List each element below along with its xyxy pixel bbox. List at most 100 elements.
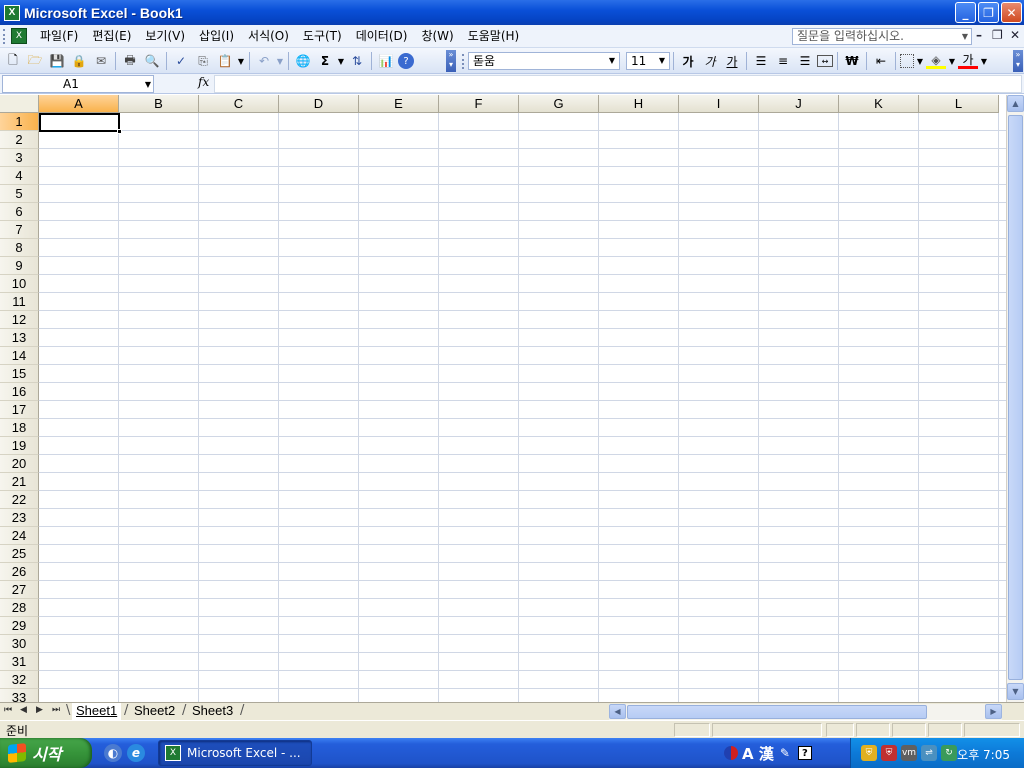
permission-icon[interactable]: 🔒 bbox=[69, 51, 89, 71]
toolbar-options-icon[interactable]: » ▾ bbox=[1013, 50, 1023, 72]
row-header-4[interactable]: 4 bbox=[0, 167, 39, 185]
row-header-24[interactable]: 24 bbox=[0, 527, 39, 545]
row-header-5[interactable]: 5 bbox=[0, 185, 39, 203]
document-icon[interactable]: X bbox=[11, 28, 27, 44]
chevron-down-icon[interactable]: ▼ bbox=[606, 54, 618, 68]
row-header-19[interactable]: 19 bbox=[0, 437, 39, 455]
bold-button[interactable]: 가 bbox=[678, 51, 698, 71]
last-sheet-icon[interactable]: ⏭ bbox=[52, 705, 60, 715]
undo-icon[interactable]: ↶ bbox=[254, 51, 274, 71]
borders-icon[interactable] bbox=[900, 54, 914, 68]
excel-app-icon[interactable]: X bbox=[4, 4, 20, 21]
row-header-16[interactable]: 16 bbox=[0, 383, 39, 401]
row-header-30[interactable]: 30 bbox=[0, 635, 39, 653]
row-header-12[interactable]: 12 bbox=[0, 311, 39, 329]
column-header-a[interactable]: A bbox=[39, 95, 119, 113]
currency-button[interactable]: ₩ bbox=[842, 51, 862, 71]
chevron-down-icon[interactable]: ▼ bbox=[656, 54, 668, 68]
start-button[interactable]: 시작 bbox=[0, 738, 92, 768]
scroll-left-icon[interactable]: ◀ bbox=[609, 704, 626, 719]
next-sheet-icon[interactable]: ▶ bbox=[36, 705, 43, 715]
minimize-button[interactable]: _ bbox=[955, 2, 976, 23]
update-icon[interactable]: ↻ bbox=[941, 745, 957, 761]
tab-sheet2[interactable]: Sheet2 bbox=[130, 703, 179, 720]
chart-wizard-icon[interactable]: 📊 bbox=[376, 51, 396, 71]
chevron-down-icon[interactable]: ▼ bbox=[959, 29, 971, 44]
vertical-scrollbar[interactable]: ▲ ▼ bbox=[1006, 95, 1024, 702]
close-button[interactable]: ✕ bbox=[1001, 2, 1022, 23]
horizontal-scroll-thumb[interactable] bbox=[627, 705, 927, 719]
column-header-e[interactable]: E bbox=[359, 95, 439, 113]
underline-button[interactable]: 가 bbox=[722, 51, 742, 71]
row-header-23[interactable]: 23 bbox=[0, 509, 39, 527]
menu-tools[interactable]: 도구(T) bbox=[296, 26, 349, 46]
menu-view[interactable]: 보기(V) bbox=[138, 26, 192, 46]
row-header-6[interactable]: 6 bbox=[0, 203, 39, 221]
chevron-down-icon[interactable]: ▼ bbox=[980, 51, 988, 71]
chevron-down-icon[interactable]: ▼ bbox=[145, 77, 151, 93]
row-header-8[interactable]: 8 bbox=[0, 239, 39, 257]
network-icon[interactable]: ⇌ bbox=[921, 745, 937, 761]
scroll-right-icon[interactable]: ▶ bbox=[985, 704, 1002, 719]
row-header-10[interactable]: 10 bbox=[0, 275, 39, 293]
menu-data[interactable]: 데이터(D) bbox=[349, 26, 415, 46]
row-header-28[interactable]: 28 bbox=[0, 599, 39, 617]
scroll-down-icon[interactable]: ▼ bbox=[1007, 683, 1024, 700]
ime-tool-icon[interactable]: ✎ bbox=[780, 746, 790, 760]
row-header-18[interactable]: 18 bbox=[0, 419, 39, 437]
restore-button[interactable]: ❐ bbox=[978, 2, 999, 23]
first-sheet-icon[interactable]: ⏮ bbox=[4, 705, 12, 715]
row-header-29[interactable]: 29 bbox=[0, 617, 39, 635]
row-header-21[interactable]: 21 bbox=[0, 473, 39, 491]
column-header-l[interactable]: L bbox=[919, 95, 999, 113]
fill-color-icon[interactable]: ◈ bbox=[926, 53, 946, 69]
autosum-icon[interactable]: Σ bbox=[315, 51, 335, 71]
row-header-13[interactable]: 13 bbox=[0, 329, 39, 347]
decrease-indent-icon[interactable]: ⇤ bbox=[871, 51, 891, 71]
row-header-25[interactable]: 25 bbox=[0, 545, 39, 563]
align-center-icon[interactable]: ≡ bbox=[773, 51, 793, 71]
active-cell[interactable] bbox=[39, 113, 122, 134]
align-right-icon[interactable]: ☰ bbox=[795, 51, 815, 71]
row-header-15[interactable]: 15 bbox=[0, 365, 39, 383]
column-header-h[interactable]: H bbox=[599, 95, 679, 113]
antivirus-icon[interactable]: ⛨ bbox=[881, 745, 897, 761]
name-box[interactable]: A1 ▼ bbox=[2, 75, 154, 93]
cell-area[interactable] bbox=[39, 113, 1006, 702]
merge-center-icon[interactable]: ↔ bbox=[817, 55, 833, 67]
ime-bar[interactable]: A 漢 ✎ ? bbox=[724, 742, 812, 764]
scroll-up-icon[interactable]: ▲ bbox=[1007, 95, 1024, 112]
email-icon[interactable]: ✉ bbox=[91, 51, 111, 71]
italic-button[interactable]: 가 bbox=[700, 51, 720, 71]
open-icon[interactable]: 🗁 bbox=[25, 51, 45, 71]
copy-icon[interactable]: ⎘ bbox=[193, 51, 213, 71]
row-header-1[interactable]: 1 bbox=[0, 113, 39, 131]
menu-edit[interactable]: 편집(E) bbox=[85, 26, 138, 46]
chevron-down-icon[interactable]: ▼ bbox=[948, 51, 956, 71]
column-header-k[interactable]: K bbox=[839, 95, 919, 113]
chevron-down-icon[interactable]: ▼ bbox=[237, 51, 245, 71]
row-header-14[interactable]: 14 bbox=[0, 347, 39, 365]
internet-explorer-icon[interactable]: e bbox=[127, 744, 145, 762]
row-header-9[interactable]: 9 bbox=[0, 257, 39, 275]
doc-restore-button[interactable]: ❐ bbox=[992, 28, 1003, 42]
align-left-icon[interactable]: ☰ bbox=[751, 51, 771, 71]
row-header-17[interactable]: 17 bbox=[0, 401, 39, 419]
doc-close-button[interactable]: ✕ bbox=[1010, 28, 1020, 42]
menu-insert[interactable]: 삽입(I) bbox=[192, 26, 241, 46]
horizontal-scrollbar[interactable]: ◀ ▶ bbox=[609, 704, 1002, 720]
clock[interactable]: 오후 7:05 bbox=[957, 746, 1010, 763]
paste-icon[interactable]: 📋 bbox=[215, 51, 235, 71]
toolbar-grip[interactable] bbox=[3, 28, 6, 44]
title-bar[interactable]: X Microsoft Excel - Book1 _ ❐ ✕ bbox=[0, 0, 1024, 25]
vertical-scroll-thumb[interactable] bbox=[1008, 115, 1023, 680]
row-header-7[interactable]: 7 bbox=[0, 221, 39, 239]
column-header-c[interactable]: C bbox=[199, 95, 279, 113]
chevron-down-icon[interactable]: ▼ bbox=[916, 51, 924, 71]
sort-ascending-icon[interactable]: ⇅ bbox=[347, 51, 367, 71]
korean-ime-icon[interactable] bbox=[724, 746, 738, 760]
column-header-d[interactable]: D bbox=[279, 95, 359, 113]
insert-function-button[interactable]: fx bbox=[198, 75, 214, 93]
column-header-i[interactable]: I bbox=[679, 95, 759, 113]
menu-window[interactable]: 창(W) bbox=[414, 26, 460, 46]
